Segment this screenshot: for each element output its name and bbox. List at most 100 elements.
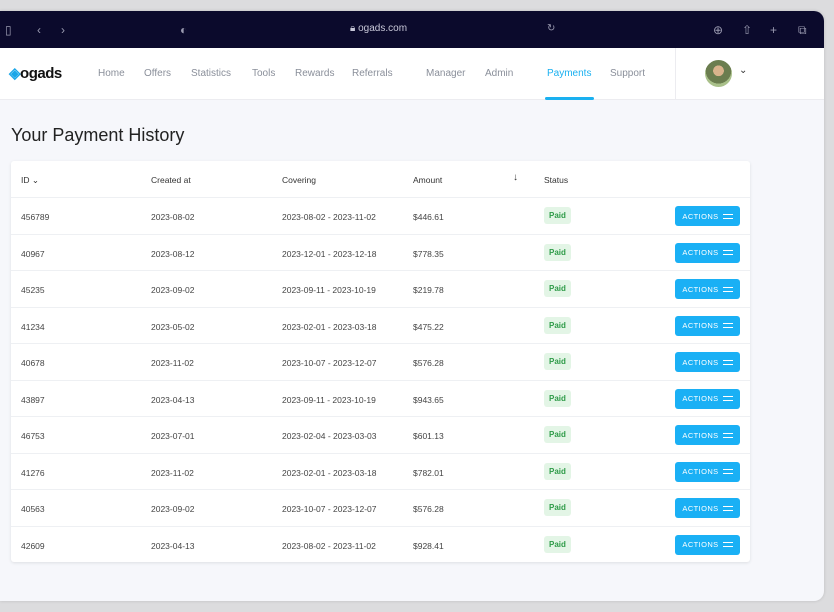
actions-button[interactable]: ACTIONS (675, 425, 740, 445)
actions-button[interactable]: ACTIONS (675, 352, 740, 372)
cell-id: 45235 (21, 285, 45, 295)
chevron-down-icon[interactable]: ⌄ (739, 65, 747, 76)
chevron-down-icon: ⌄ (31, 175, 39, 185)
actions-button[interactable]: ACTIONS (675, 315, 740, 336)
share-icon[interactable]: ⇧ (742, 23, 752, 37)
status-badge: Paid (544, 243, 571, 261)
actions-button[interactable]: ACTIONS (675, 498, 740, 518)
header-id[interactable]: ID ⌄ (21, 175, 39, 186)
actions-button[interactable]: ACTIONS (675, 534, 740, 555)
menu-icon (722, 505, 733, 511)
cell-amount: $928.41 (413, 540, 444, 551)
reload-icon[interactable]: ↻ (547, 23, 555, 34)
actions-label: ACTIONS (682, 430, 719, 440)
table-row: 41234 2023-05-02 2023-02-01 - 2023-03-18… (11, 306, 750, 344)
browser-window: ▯ ‹ › ◐ 🔒︎ ogads.com ↻ ⊕ ⇧ + ⧉ ◈ogads Ho… (0, 11, 824, 601)
actions-button[interactable]: ACTIONS (675, 279, 740, 299)
actions-button[interactable]: ACTIONS (675, 388, 740, 409)
new-tab-icon[interactable]: + (770, 23, 777, 37)
header-amount[interactable]: Amount (413, 175, 442, 185)
menu-icon (722, 286, 733, 292)
cell-covering: 2023-02-04 - 2023-03-03 (282, 431, 377, 441)
status-badge: Paid (544, 535, 571, 553)
download-icon[interactable]: ⊕ (713, 23, 723, 37)
actions-button[interactable]: ACTIONS (675, 206, 740, 226)
status-badge: Paid (544, 316, 571, 334)
table-row: 456789 2023-08-02 2023-08-02 - 2023-11-0… (11, 197, 750, 234)
menu-icon (722, 323, 733, 328)
shield-icon[interactable]: ◐ (180, 23, 187, 37)
url-bar[interactable]: 🔒︎ ogads.com (350, 23, 407, 34)
actions-label: ACTIONS (682, 211, 719, 221)
table-row: 45235 2023-09-02 2023-09-11 - 2023-10-19… (11, 270, 750, 307)
tabs-icon[interactable]: ⧉ (798, 23, 807, 38)
sort-arrow-down-icon[interactable]: ↓ (513, 172, 518, 183)
cell-created: 2023-04-13 (151, 540, 195, 551)
cell-created: 2023-11-02 (151, 358, 194, 368)
menu-icon (722, 542, 733, 547)
cell-covering: 2023-09-11 - 2023-10-19 (282, 285, 376, 295)
table-row: 42609 2023-04-13 2023-08-02 - 2023-11-02… (11, 525, 750, 563)
actions-label: ACTIONS (682, 394, 719, 403)
cell-created: 2023-04-13 (151, 394, 195, 405)
nav-admin[interactable]: Admin (485, 68, 513, 79)
status-badge: Paid (544, 280, 571, 297)
user-avatar[interactable] (705, 60, 732, 87)
page-title: Your Payment History (11, 125, 185, 145)
header-covering[interactable]: Covering (282, 175, 316, 185)
table-row: 40563 2023-09-02 2023-10-07 - 2023-12-07… (11, 489, 750, 526)
nav-support[interactable]: Support (610, 68, 645, 79)
actions-label: ACTIONS (682, 503, 719, 513)
table-row: 40967 2023-08-12 2023-12-01 - 2023-12-18… (11, 233, 750, 271)
nav-home[interactable]: Home (98, 68, 125, 79)
menu-icon (722, 432, 733, 438)
cell-id: 40678 (21, 358, 45, 368)
back-icon[interactable]: ‹ (37, 23, 41, 37)
cell-created: 2023-11-02 (151, 467, 194, 478)
nav-manager[interactable]: Manager (426, 68, 465, 79)
nav-referrals[interactable]: Referrals (352, 68, 393, 79)
cell-covering: 2023-02-01 - 2023-03-18 (282, 467, 377, 478)
payments-table: ID ⌄ Created at Covering Amount ↓ Status… (11, 161, 750, 562)
nav-statistics[interactable]: Statistics (191, 68, 231, 79)
cell-created: 2023-08-02 (151, 212, 195, 222)
menu-icon (722, 213, 733, 219)
url-text: ogads.com (358, 23, 408, 34)
ogads-logo[interactable]: ◈ogads (9, 64, 62, 82)
nav-rewards[interactable]: Rewards (295, 68, 334, 79)
nav-payments[interactable]: Payments (547, 68, 591, 79)
cell-created: 2023-09-02 (151, 285, 195, 295)
active-tab-indicator (545, 97, 594, 100)
cell-amount: $219.78 (413, 285, 444, 295)
header-id-label: ID (21, 175, 30, 185)
sidebar-icon[interactable]: ▯ (5, 23, 12, 37)
cell-id: 43897 (21, 394, 45, 405)
menu-icon (722, 396, 733, 401)
logo-text: ogads (20, 65, 62, 82)
actions-label: ACTIONS (682, 540, 719, 549)
cell-amount: $475.22 (413, 321, 444, 332)
nav-tools[interactable]: Tools (252, 68, 275, 79)
actions-label: ACTIONS (682, 284, 719, 294)
cell-covering: 2023-10-07 - 2023-12-07 (282, 358, 377, 368)
cell-amount: $446.61 (413, 212, 444, 222)
nav-offers[interactable]: Offers (144, 68, 171, 79)
status-badge: Paid (544, 499, 571, 516)
cell-amount: $576.28 (413, 504, 444, 514)
header-status[interactable]: Status (544, 175, 568, 185)
header-created[interactable]: Created at (151, 175, 191, 185)
status-badge: Paid (544, 353, 571, 370)
actions-button[interactable]: ACTIONS (675, 461, 740, 482)
cell-amount: $601.13 (413, 431, 444, 441)
browser-toolbar: ▯ ‹ › ◐ 🔒︎ ogads.com ↻ ⊕ ⇧ + ⧉ (0, 11, 824, 48)
cell-covering: 2023-08-02 - 2023-11-02 (282, 212, 376, 222)
cell-covering: 2023-08-02 - 2023-11-02 (282, 540, 376, 551)
cell-covering: 2023-09-11 - 2023-10-19 (282, 394, 376, 405)
cell-covering: 2023-10-07 - 2023-12-07 (282, 504, 377, 514)
actions-button[interactable]: ACTIONS (675, 242, 740, 263)
cell-id: 42609 (21, 540, 45, 551)
table-row: 40678 2023-11-02 2023-10-07 - 2023-12-07… (11, 343, 750, 380)
top-nav: ◈ogads Home Offers Statistics Tools Rewa… (0, 48, 824, 100)
divider (675, 48, 676, 100)
forward-icon[interactable]: › (61, 23, 65, 37)
